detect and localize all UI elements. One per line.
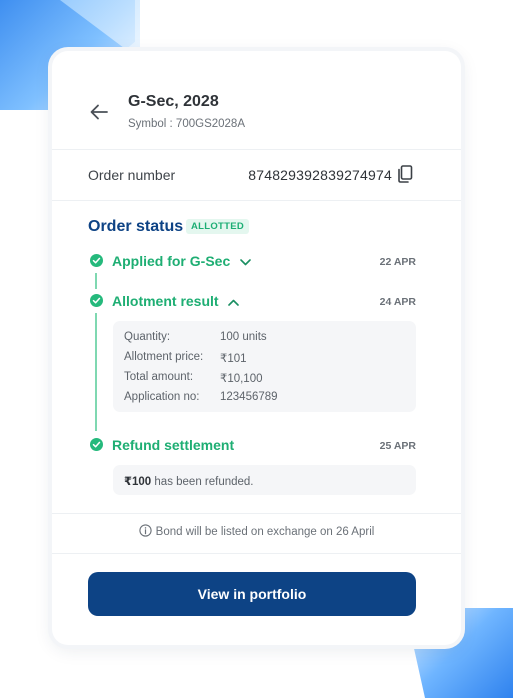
detail-value: 100 units: [220, 331, 267, 343]
chevron-up-icon: [228, 299, 240, 306]
bond-symbol: Symbol : 700GS2028A: [128, 118, 245, 130]
step-refund-label: Refund settlement: [112, 437, 235, 453]
detail-value: ₹101: [220, 353, 247, 365]
detail-key: Application no:: [124, 391, 200, 403]
step-complete-check-icon: [90, 294, 103, 307]
info-icon: [139, 524, 152, 537]
copy-icon[interactable]: [397, 165, 413, 183]
step-complete-check-icon: [90, 438, 103, 451]
header: G-Sec, 2028 Symbol : 700GS2028A: [52, 51, 461, 150]
step-refund-date: 25 APR: [379, 440, 416, 452]
order-number-row: Order number 874829392839274974: [52, 150, 461, 200]
page-title: G-Sec, 2028: [128, 93, 219, 110]
step-applied-date: 22 APR: [379, 256, 416, 268]
step-complete-check-icon: [90, 254, 103, 267]
chevron-down-icon: [240, 258, 251, 266]
divider: [52, 553, 461, 554]
allotment-details-panel: Quantity: 100 units Allotment price: ₹10…: [113, 321, 416, 412]
order-status-title: Order status: [88, 218, 184, 235]
view-in-portfolio-button[interactable]: View in portfolio: [88, 572, 416, 616]
step-applied-label: Applied for G-Sec: [112, 253, 231, 269]
order-details-card: G-Sec, 2028 Symbol : 700GS2028A Order nu…: [52, 51, 461, 645]
order-number-value: 874829392839274974: [248, 167, 392, 183]
step-allotment-result[interactable]: Allotment result: [112, 293, 240, 309]
detail-value: ₹10,100: [220, 373, 263, 385]
divider: [52, 200, 461, 201]
step-allotment-label: Allotment result: [112, 293, 219, 309]
refund-text: has been refunded.: [151, 476, 254, 488]
page: G-Sec, 2028 Symbol : 700GS2028A Order nu…: [0, 0, 513, 698]
refund-amount: ₹100: [124, 476, 152, 488]
detail-value: 123456789: [220, 391, 278, 403]
order-number-label: Order number: [88, 167, 176, 183]
step-refund-settlement: Refund settlement: [112, 437, 234, 453]
status-badge: ALLOTTED: [186, 219, 250, 234]
detail-key: Total amount:: [124, 371, 194, 383]
detail-key: Quantity:: [124, 331, 171, 343]
listing-info-note: Bond will be listed on exchange on 26 Ap…: [52, 524, 461, 538]
refund-message: ₹100 has been refunded.: [113, 465, 416, 495]
step-allotment-date: 24 APR: [379, 296, 416, 308]
back-arrow-icon[interactable]: [88, 101, 110, 123]
detail-key: Allotment price:: [124, 351, 204, 363]
timeline-connector: [95, 313, 97, 431]
listing-info-text: Bond will be listed on exchange on 26 Ap…: [155, 526, 375, 538]
divider: [52, 513, 461, 514]
timeline-connector: [95, 273, 97, 289]
step-applied[interactable]: Applied for G-Sec: [112, 253, 251, 269]
